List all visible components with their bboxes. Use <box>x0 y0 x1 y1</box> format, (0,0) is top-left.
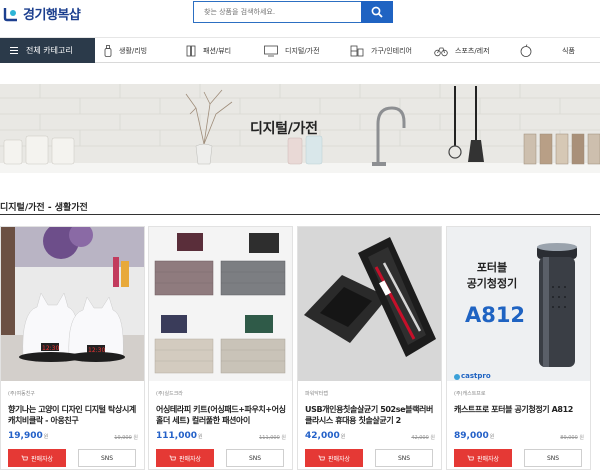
nav-item-furniture[interactable]: 가구/인테리어 <box>350 38 412 63</box>
product-price: 111,000원 <box>156 431 203 441</box>
banner-title: 디지털/가전 <box>250 121 318 137</box>
price-value: 111,000 <box>156 431 197 441</box>
nav-item-label: 생활/리빙 <box>119 46 148 55</box>
top-bar: 경기행복샵 <box>0 0 600 36</box>
price-unit: 원 <box>43 434 49 440</box>
buy-button[interactable]: 판매자상 <box>305 449 363 467</box>
search-icon <box>371 6 383 18</box>
sns-button[interactable]: SNS <box>375 449 433 467</box>
cart-icon <box>467 455 474 460</box>
original-price-value: 89,000 <box>560 435 578 441</box>
price-unit: 원 <box>198 434 203 440</box>
logo-icon <box>3 7 17 21</box>
svg-text:12:30: 12:30 <box>42 345 59 352</box>
hanger-icon <box>186 45 196 56</box>
search-bar <box>193 1 393 23</box>
product-image[interactable]: 12:30 12:30 <box>1 227 144 381</box>
product-name[interactable]: 캐스트프로 포터블 공기청정기 A812 <box>454 404 588 415</box>
buy-button-label: 판매자상 <box>476 455 500 463</box>
product-card[interactable]: (주)실드크라 어싱테라피 키트(어싱패드+파우치+어싱홀더 세트) 컬러풀한 … <box>148 226 293 470</box>
section-title: 디지털/가전 - 생활가전 <box>0 203 88 213</box>
search-input[interactable] <box>193 1 361 23</box>
furniture-icon <box>350 45 364 56</box>
sns-button[interactable]: SNS <box>524 449 582 467</box>
apple-icon <box>520 44 532 57</box>
original-price: 19,900 원 <box>114 434 138 441</box>
nav-item-label: 스포츠/레저 <box>455 46 490 55</box>
cat-clock-image: 12:30 12:30 <box>1 227 144 381</box>
nav-item-digital[interactable]: 디지털/가전 <box>264 38 320 63</box>
product-price: 89,000원 <box>454 431 494 441</box>
original-price: 42,000 원 <box>411 434 435 441</box>
nav-item-sports[interactable]: 스포츠/레저 <box>434 38 490 63</box>
product-image[interactable]: 포터블 공기청정기 A812 castpro <box>447 227 590 381</box>
price-unit: 원 <box>489 434 495 440</box>
buy-button-label: 판매자상 <box>30 455 54 463</box>
price-value: 42,000 <box>305 431 340 441</box>
logo[interactable]: 경기행복샵 <box>2 4 81 23</box>
category-nav: 전체 카테고리 생활/리빙 패션/뷰티 디지털/가전 가구/인테리어 스포츠/레… <box>0 37 600 63</box>
product-name[interactable]: USB개인용칫솔살균기 502se블랙러버 클라시스 휴대용 칫솔살균기 2 <box>305 404 439 426</box>
sns-button[interactable]: SNS <box>226 449 284 467</box>
product-seller: (주)여동친구 <box>8 391 35 397</box>
product-card[interactable]: 파워닥터랩 USB개인용칫솔살균기 502se블랙러버 클라시스 휴대용 칫솔살… <box>297 226 442 470</box>
price-value: 89,000 <box>454 431 489 441</box>
sns-button[interactable]: SNS <box>78 449 136 467</box>
product-price: 42,000원 <box>305 431 345 441</box>
original-price-unit: 원 <box>430 435 435 441</box>
original-price-unit: 원 <box>579 435 584 441</box>
cart-icon <box>169 455 176 460</box>
earthing-kit-image <box>149 227 292 381</box>
original-price: 89,000 원 <box>560 434 584 441</box>
nav-item-label: 패션/뷰티 <box>203 46 232 55</box>
nav-item-living[interactable]: 생활/리빙 <box>104 38 147 63</box>
bottle-icon <box>104 44 112 57</box>
buy-button-label: 판매자상 <box>178 455 202 463</box>
nav-item-label: 가구/인테리어 <box>371 46 412 55</box>
nav-item-label: 디지털/가전 <box>285 46 320 55</box>
section-divider <box>0 214 600 215</box>
product-name[interactable]: 향기나는 고양이 디자인 디지털 탁상시계 캐치비클락 - 아웅친구 <box>8 404 142 426</box>
cart-icon <box>318 455 325 460</box>
buy-button-label: 판매자상 <box>327 455 351 463</box>
original-price-value: 111,000 <box>259 435 280 441</box>
search-button[interactable] <box>361 1 393 23</box>
toothbrush-sterilizer-image <box>298 227 441 381</box>
original-price-value: 19,900 <box>114 435 132 441</box>
buy-button[interactable]: 판매자상 <box>156 449 214 467</box>
category-banner: 디지털/가전 <box>0 84 600 173</box>
menu-icon <box>10 45 18 56</box>
price-unit: 원 <box>340 434 346 440</box>
price-value: 19,900 <box>8 431 43 441</box>
logo-text: 경기행복샵 <box>23 8 81 23</box>
bike-icon <box>434 47 448 56</box>
product-seller: (주)실드크라 <box>156 391 183 397</box>
original-price-unit: 원 <box>281 435 286 441</box>
nav-item-fashion[interactable]: 패션/뷰티 <box>186 38 231 63</box>
original-price: 111,000 원 <box>259 434 286 441</box>
original-price-unit: 원 <box>133 435 138 441</box>
svg-text:12:30: 12:30 <box>88 347 105 354</box>
product-seller: 파워닥터랩 <box>305 391 329 397</box>
cart-icon <box>21 455 28 460</box>
product-image[interactable] <box>149 227 292 381</box>
product-card[interactable]: 포터블 공기청정기 A812 castpro (주)캐스트프로 캐스트프로 포터… <box>446 226 591 470</box>
all-categories-button[interactable]: 전체 카테고리 <box>0 38 95 63</box>
product-image[interactable] <box>298 227 441 381</box>
buy-button[interactable]: 판매자상 <box>454 449 512 467</box>
monitor-icon <box>264 45 278 56</box>
original-price-value: 42,000 <box>411 435 429 441</box>
brand-logo: castpro <box>461 372 491 380</box>
all-categories-label: 전체 카테고리 <box>26 46 73 55</box>
nav-item-food[interactable]: 식품 <box>519 38 575 63</box>
product-card[interactable]: 12:30 12:30 (주)여동친구 향기나는 고양이 디자인 디지털 탁상시… <box>0 226 145 470</box>
air-purifier-image <box>454 243 577 380</box>
product-price: 19,900원 <box>8 431 48 441</box>
buy-button[interactable]: 판매자상 <box>8 449 66 467</box>
product-seller: (주)캐스트프로 <box>454 391 486 397</box>
nav-item-label: 식품 <box>562 46 575 55</box>
product-name[interactable]: 어싱테라피 키트(어싱패드+파우치+어싱홀더 세트) 컬러풀한 패션아이 <box>156 404 290 426</box>
